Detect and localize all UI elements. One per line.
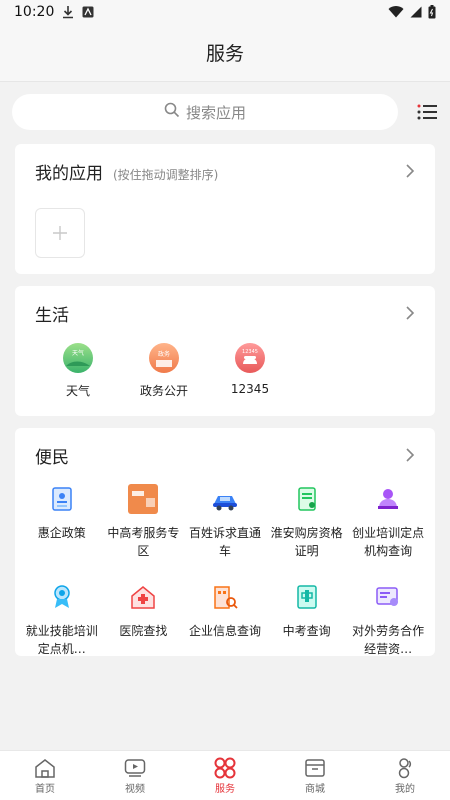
housing-cert-icon: [297, 487, 316, 511]
conv-item-label: 淮安购房资格证明: [270, 526, 343, 558]
my-apps-header[interactable]: 我的应用 (按住拖动调整排序): [35, 156, 415, 186]
exam-service-icon: [128, 484, 159, 514]
conv-item-label: 对外劳务合作经营资…: [352, 624, 425, 656]
conv-item-citizen-appeal[interactable]: 百姓诉求直通车: [184, 484, 266, 560]
profile-icon: [393, 756, 417, 780]
conv-item-exam-service[interactable]: 中高考服务专区: [103, 484, 185, 560]
hotline-icon: 12345: [235, 343, 265, 373]
conv-item-label: 创业培训定点机构查询: [352, 526, 425, 558]
conv-item-exam-query[interactable]: 中考查询: [266, 582, 348, 658]
search-icon: [164, 102, 180, 122]
life-item-hotline[interactable]: 12345 12345: [207, 342, 293, 399]
startup-training-icon: [378, 489, 399, 509]
conv-item-label: 中高考服务专区: [107, 526, 180, 558]
citizen-appeal-icon: [212, 496, 237, 511]
page-header: 服务: [0, 24, 450, 82]
labor-coop-icon: [376, 587, 399, 606]
conv-item-labor-coop[interactable]: 对外劳务合作经营资…: [347, 582, 429, 658]
conv-item-label: 医院查找: [119, 624, 168, 638]
add-app-button[interactable]: [35, 208, 85, 258]
conv-item-label: 中考查询: [282, 624, 331, 638]
conv-item-hospital[interactable]: 医院查找: [103, 582, 185, 658]
hospital-icon: [131, 586, 156, 609]
tab-label: 视频: [125, 784, 145, 795]
tab-label: 商城: [305, 784, 325, 795]
bottom-tabbar: 首页 视频 服务 商城 我的: [0, 750, 450, 800]
search-input[interactable]: 搜索应用: [12, 94, 398, 130]
battery-icon: [428, 5, 436, 19]
svg-text:天气: 天气: [72, 349, 84, 357]
my-apps-hint: (按住拖动调整排序): [113, 167, 219, 182]
tab-label: 我的: [395, 784, 415, 795]
service-icon: [213, 756, 237, 780]
plus-icon: [53, 226, 67, 240]
list-menu-icon[interactable]: [416, 101, 438, 123]
exam-query-icon: [296, 585, 317, 609]
conv-item-startup-training[interactable]: 创业培训定点机构查询: [347, 484, 429, 560]
conv-item-housing-cert[interactable]: 淮安购房资格证明: [266, 484, 348, 560]
skill-training-icon: [54, 585, 70, 608]
life-item-label: 12345: [230, 382, 270, 396]
my-apps-title: 我的应用: [35, 163, 103, 184]
tab-home[interactable]: 首页: [15, 756, 75, 795]
conv-item-company-info[interactable]: 企业信息查询: [184, 582, 266, 658]
policy-icon: [52, 487, 72, 511]
chevron-right-icon[interactable]: [405, 306, 415, 320]
chevron-right-icon[interactable]: [405, 164, 415, 178]
chevron-right-icon[interactable]: [405, 448, 415, 462]
mall-icon: [303, 756, 327, 780]
conv-item-label: 惠企政策: [37, 526, 86, 540]
tab-label: 首页: [35, 784, 55, 795]
svg-text:政务: 政务: [158, 350, 170, 358]
life-card: 生活 天气 天气 政务 政务公开 12345 12345: [15, 286, 435, 416]
tab-label: 服务: [215, 784, 235, 795]
conv-item-skill-training[interactable]: 就业技能培训定点机…: [21, 582, 103, 658]
conv-item-label: 就业技能培训定点机…: [25, 624, 98, 656]
gov-open-icon: 政务: [149, 343, 179, 373]
wifi-icon: [388, 6, 404, 18]
convenience-card: 便民 惠企政策 中高考服务专区 百姓诉求直通车 淮安购房资格证明 创业培训定点机…: [15, 428, 435, 656]
life-item-label: 天气: [65, 384, 90, 398]
weather-icon: 天气: [63, 343, 93, 373]
life-item-label: 政务公开: [139, 384, 188, 398]
notification-app-icon: [82, 6, 94, 18]
tab-service[interactable]: 服务: [195, 756, 255, 795]
convenience-header[interactable]: 便民: [35, 440, 415, 470]
search-row: 搜索应用: [0, 82, 450, 142]
search-placeholder: 搜索应用: [185, 103, 246, 122]
life-title: 生活: [35, 305, 69, 326]
company-info-icon: [214, 586, 238, 609]
video-icon: [123, 756, 147, 780]
status-bar: 10:20: [0, 0, 450, 24]
my-apps-card: 我的应用 (按住拖动调整排序): [15, 144, 435, 274]
page-title: 服务: [205, 43, 244, 65]
tab-profile[interactable]: 我的: [375, 756, 435, 795]
status-time: 10:20: [14, 4, 55, 20]
life-item-weather[interactable]: 天气 天气: [35, 342, 121, 399]
life-header[interactable]: 生活: [35, 298, 415, 328]
conv-item-label: 百姓诉求直通车: [188, 526, 261, 558]
conv-item-policy[interactable]: 惠企政策: [21, 484, 103, 560]
signal-icon: [410, 6, 422, 18]
svg-text:12345: 12345: [242, 349, 258, 355]
convenience-title: 便民: [35, 447, 69, 468]
home-icon: [33, 756, 57, 780]
life-item-gov-open[interactable]: 政务 政务公开: [121, 342, 207, 399]
tab-mall[interactable]: 商城: [285, 756, 345, 795]
tab-video[interactable]: 视频: [105, 756, 165, 795]
conv-item-label: 企业信息查询: [188, 624, 261, 638]
download-icon: [62, 5, 74, 19]
